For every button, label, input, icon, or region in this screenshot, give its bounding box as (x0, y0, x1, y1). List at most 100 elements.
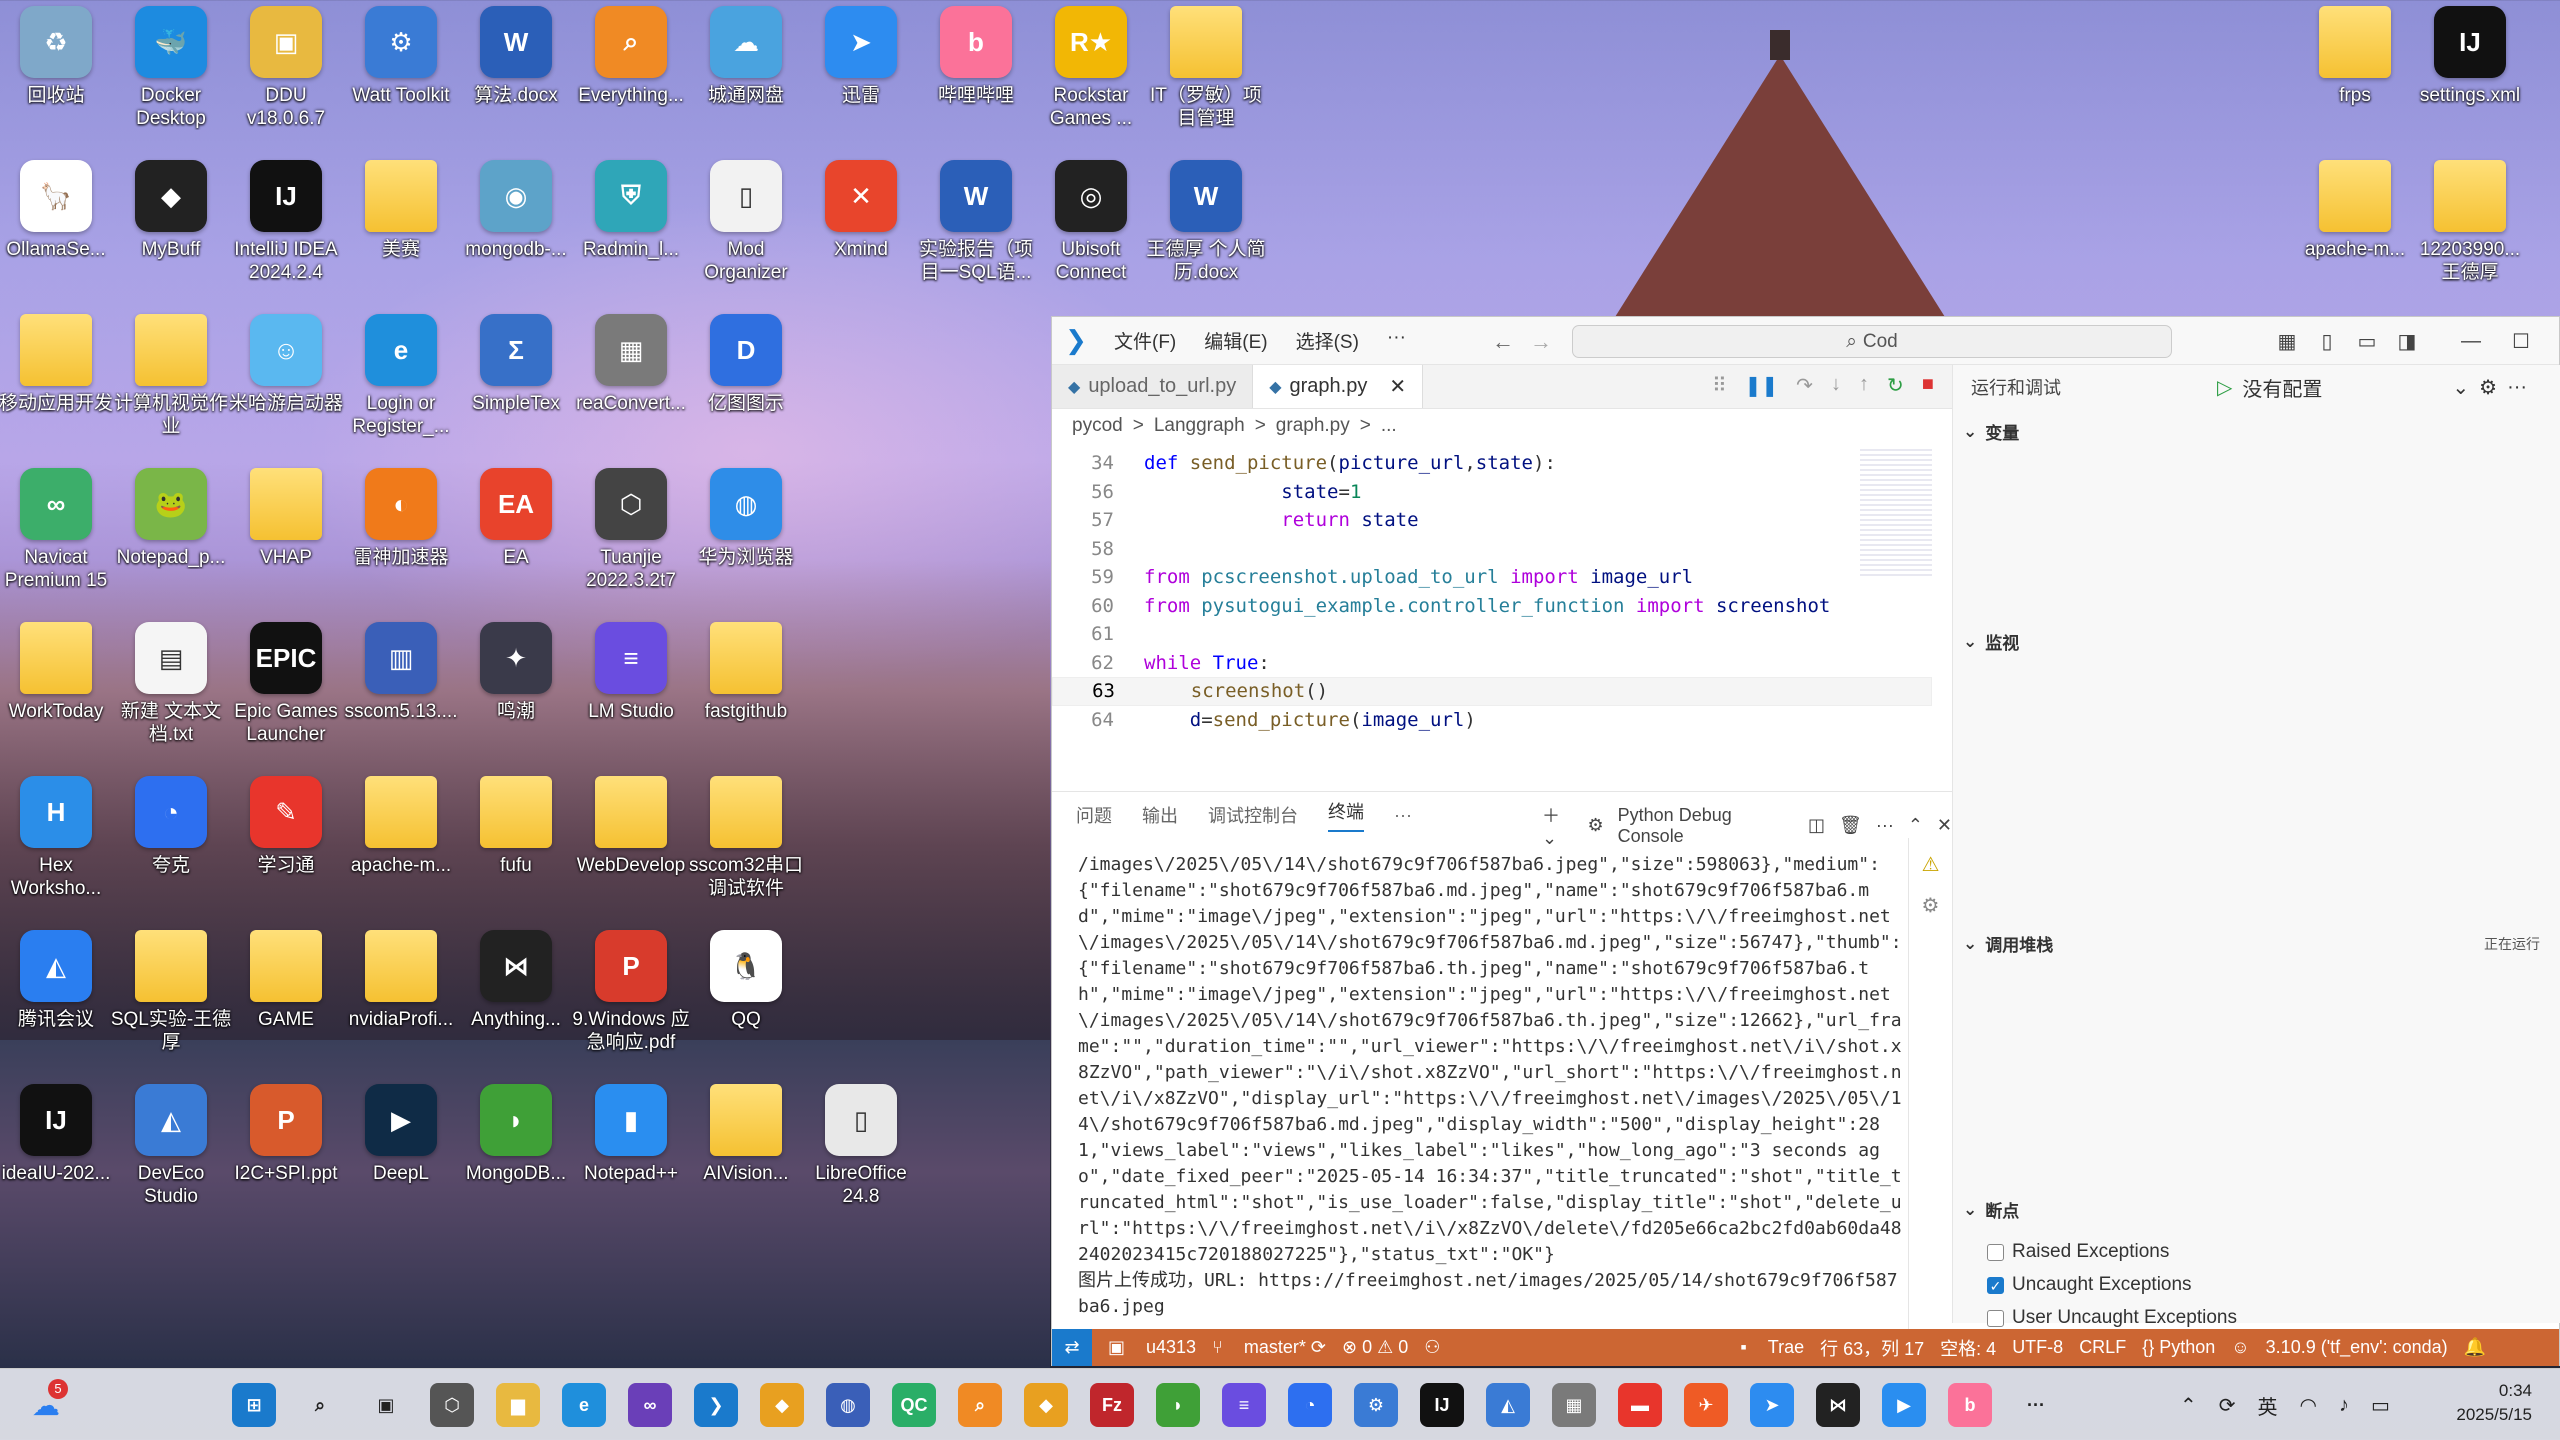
desktop-icon[interactable]: ◆ MyBuff (111, 154, 231, 304)
line-ending[interactable]: CRLF (2079, 1337, 2126, 1358)
command-search-box[interactable]: ⌕ Cod (1572, 325, 2172, 358)
desktop-icon[interactable]: D 亿图图示 (686, 308, 806, 458)
desktop-icon[interactable]: ▯ Mod Organizer (686, 154, 806, 304)
breadcrumb-item[interactable]: Langgraph (1154, 415, 1245, 437)
desktop-icon[interactable]: ◭ DevEco Studio (111, 1078, 231, 1228)
app-icon[interactable]: ⚙ (1354, 1383, 1398, 1427)
app-icon[interactable]: ⬡ (430, 1383, 474, 1427)
desktop-icon[interactable]: ▤ 新建 文本文档.txt (111, 616, 231, 766)
panel-tab[interactable]: 终端 (1328, 798, 1364, 832)
checkbox[interactable] (1987, 1309, 2004, 1327)
edge-icon[interactable]: e (562, 1383, 606, 1427)
maximize-panel-icon[interactable]: ⌃ (1908, 815, 1923, 836)
language-mode[interactable]: {} Python (2142, 1337, 2215, 1358)
step-into-icon[interactable]: ↓ (1831, 373, 1841, 398)
desktop-icon[interactable]: ➤ 迅雷 (801, 0, 921, 150)
code-line[interactable]: 56 state = 1 (1052, 478, 1932, 507)
trash-icon[interactable]: 🗑 (1839, 815, 1862, 836)
menu-item[interactable]: ··· (1373, 327, 1420, 354)
intellij-icon[interactable]: IJ (1420, 1383, 1464, 1427)
desktop-icon[interactable]: ▮ Notepad++ (571, 1078, 691, 1228)
desktop-icon[interactable]: 12203990... 王德厚 (2410, 154, 2530, 304)
desktop-icon[interactable]: ≡ LM Studio (571, 616, 691, 766)
desktop-icon[interactable]: ✎ 学习通 (226, 770, 346, 920)
desktop-icon[interactable]: WorkToday (0, 616, 116, 766)
breakpoint-option[interactable]: ✓ Uncaught Exceptions (1987, 1274, 2192, 1296)
section-variables[interactable]: ⌄ 变量 (1953, 419, 2560, 444)
chevron-down-icon[interactable]: ⌄ (2452, 375, 2469, 400)
terminal-output[interactable]: /images\/2025\/05\/14\/shot679c9f706f587… (1078, 852, 1908, 1320)
desktop-icon[interactable]: ◍ 华为浏览器 (686, 462, 806, 612)
code-line[interactable]: 57 return state (1052, 506, 1932, 535)
app-icon[interactable]: ▶ (1882, 1383, 1926, 1427)
desktop-icon[interactable]: W 实验报告（项目一SQL语... (916, 154, 1036, 304)
panel-tab[interactable]: 输出 (1142, 802, 1178, 828)
wifi-icon[interactable]: ◠ (2300, 1393, 2317, 1418)
notifications-icon[interactable]: 🔔 (2464, 1337, 2486, 1358)
desktop-icon[interactable]: IT（罗敏）项目管理 (1146, 0, 1266, 150)
desktop-icon[interactable]: ☁ 城通网盘 (686, 0, 806, 150)
copilot-icon[interactable]: ☺ (2231, 1337, 2249, 1358)
start-menu-icon[interactable]: ⊞ (232, 1383, 276, 1427)
clock[interactable]: 0:34 2025/5/15 (2456, 1379, 2532, 1427)
desktop-icon[interactable]: VHAP (226, 462, 346, 612)
section-watch[interactable]: ⌄ 监视 (1953, 629, 2560, 654)
breakpoint-option[interactable]: Raised Exceptions (1987, 1241, 2169, 1263)
code-view[interactable]: 34 def send_picture(picture_url, state): 56… (1052, 449, 1932, 739)
file-explorer-icon[interactable]: ▆ (496, 1383, 540, 1427)
desktop-icon[interactable]: P I2C+SPI.ppt (226, 1078, 346, 1228)
desktop-icon[interactable]: nvidiaProfi... (341, 924, 461, 1074)
filezilla-icon[interactable]: Fz (1090, 1383, 1134, 1427)
forward-arrow-icon[interactable]: → (1530, 329, 1552, 355)
desktop-icon[interactable]: P 9.Windows 应急响应.pdf (571, 924, 691, 1074)
code-line[interactable]: 61 (1052, 620, 1932, 649)
postman-icon[interactable]: ✈ (1684, 1383, 1728, 1427)
desktop-icon[interactable]: ◉ mongodb-... (456, 154, 576, 304)
desktop-icon[interactable]: ◐ 雷神加速器 (341, 462, 461, 612)
section-breakpoints[interactable]: ⌄ 断点 (1953, 1197, 2560, 1222)
code-line[interactable]: 34 def send_picture(picture_url, state): (1052, 449, 1932, 478)
code-line[interactable]: 63 screenshot() (1052, 677, 1932, 706)
desktop-icon[interactable]: SQL实验-王德厚 (111, 924, 231, 1074)
desktop-icon[interactable]: ▣ DDU v18.0.6.7 (226, 0, 346, 150)
lm-studio-icon[interactable]: ≡ (1222, 1383, 1266, 1427)
code-line[interactable]: 62 while True: (1052, 649, 1932, 678)
add-terminal-icon[interactable]: ＋⌄ (1542, 802, 1574, 849)
code-line[interactable]: 58 (1052, 535, 1932, 564)
sync-icon[interactable]: ⟳ (2219, 1393, 2236, 1418)
desktop-icon[interactable]: WebDevelop (571, 770, 691, 920)
remote-icon[interactable]: ⇄ (1052, 1329, 1092, 1366)
desktop-icon[interactable]: Σ SimpleTex (456, 308, 576, 458)
app-icon[interactable]: ◆ (1024, 1383, 1068, 1427)
stop-icon[interactable]: ■ (1922, 373, 1934, 398)
desktop-icon[interactable]: 计算机视觉作业 (111, 308, 231, 458)
desktop-icon[interactable]: ⛨ Radmin_l... (571, 154, 691, 304)
debug-gear-icon[interactable]: ⚙ (1922, 893, 1940, 918)
desktop-icon[interactable]: 美赛 (341, 154, 461, 304)
desktop-icon[interactable]: b 哔哩哔哩 (916, 0, 1036, 150)
desktop-icon[interactable]: e Login or Register_... (341, 308, 461, 458)
desktop-icon[interactable]: 🐸 Notepad_p... (111, 462, 231, 612)
desktop-icon[interactable]: ∞ Navicat Premium 15 (0, 462, 116, 612)
app-icon[interactable]: ▬ (1618, 1383, 1662, 1427)
app-icon[interactable]: ◍ (826, 1383, 870, 1427)
visual-studio-icon[interactable]: ∞ (628, 1383, 672, 1427)
desktop-icon[interactable]: 🦙 OllamaSe... (0, 154, 116, 304)
desktop-icon[interactable]: ✕ Xmind (801, 154, 921, 304)
menu-item[interactable]: 选择(S) (1282, 327, 1373, 354)
checkbox[interactable]: ✓ (1987, 1276, 2004, 1294)
warning-icon[interactable]: ⚠ (1922, 852, 1940, 877)
restart-icon[interactable]: ↻ (1887, 373, 1904, 398)
step-over-icon[interactable]: ↷ (1796, 373, 1813, 398)
desktop-icon[interactable]: ⚙ Watt Toolkit (341, 0, 461, 150)
desktop-icon[interactable]: AIVision... (686, 1078, 806, 1228)
desktop-icon[interactable]: fufu (456, 770, 576, 920)
desktop-icon[interactable]: apache-m... (2295, 154, 2415, 304)
desktop-icon[interactable]: fastgithub (686, 616, 806, 766)
desktop-icon[interactable]: 🐳 Docker Desktop (111, 0, 231, 150)
desktop-icon[interactable]: W 王德厚 个人简历.docx (1146, 154, 1266, 304)
code-line[interactable]: 64 d = send_picture(image_url) (1052, 706, 1932, 735)
task-view-icon[interactable]: ▣ (364, 1383, 408, 1427)
section-call-stack[interactable]: ⌄ 调用堆栈 正在运行 (1953, 931, 2560, 956)
breadcrumb-item[interactable]: graph.py (1276, 415, 1350, 437)
